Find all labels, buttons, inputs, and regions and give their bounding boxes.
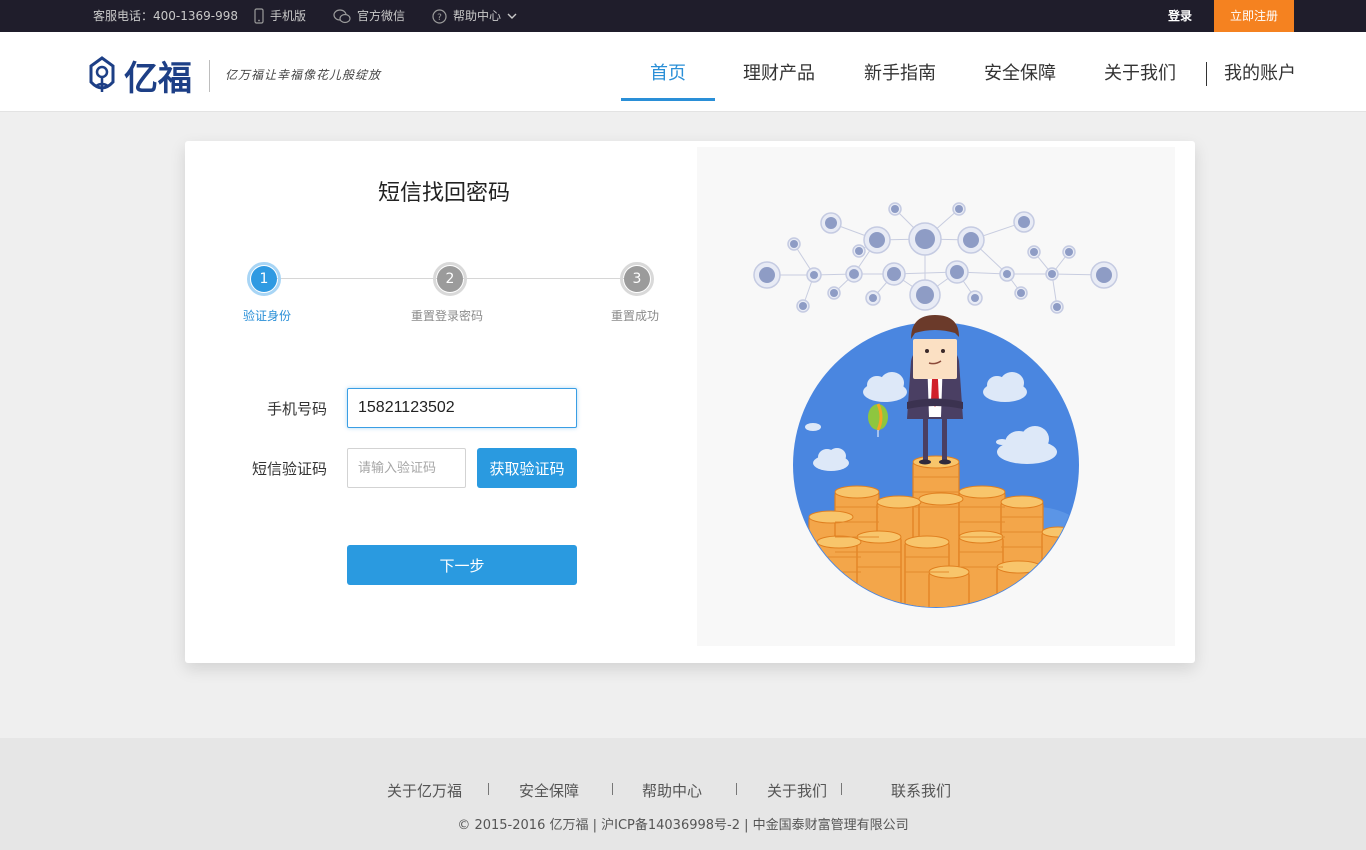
logo-emblem-icon xyxy=(89,56,115,92)
logo-text: 亿福 xyxy=(124,59,192,99)
page-title: 短信找回密码 xyxy=(377,181,510,206)
step-2-label: 重置登录密码 xyxy=(411,309,484,323)
nav-my-account[interactable]: 我的账户 xyxy=(1216,32,1304,112)
help-label: 帮助中心 xyxy=(453,8,502,23)
password-recovery-card: 短信找回密码 1 验证身份 2 重置登录密码 3 重置成功 手机号码 短信验证码… xyxy=(185,141,1195,663)
phone-icon xyxy=(254,8,264,24)
logo[interactable]: 亿福 xyxy=(88,52,193,100)
mobile-link[interactable]: 手机版 xyxy=(254,0,306,32)
chevron-down-icon xyxy=(507,13,517,19)
footer-link-about-yiwanfu[interactable]: 关于亿万福 xyxy=(387,780,462,801)
wechat-label: 官方微信 xyxy=(357,8,406,23)
sms-code-input[interactable] xyxy=(347,448,466,488)
slogan: 亿万福让幸福像花儿般绽放 xyxy=(225,68,382,82)
hotline: 客服电话：400-1369-998 xyxy=(93,0,238,32)
nav-security[interactable]: 安全保障 xyxy=(976,32,1064,112)
svg-text:?: ? xyxy=(437,13,442,23)
footer-link-about-us[interactable]: 关于我们 xyxy=(767,780,827,801)
footer: 关于亿万福 安全保障 帮助中心 关于我们 联系我们 © 2015-2016 亿万… xyxy=(0,738,1366,850)
footer-divider xyxy=(612,783,613,795)
footer-divider xyxy=(488,783,489,795)
footer-link-help[interactable]: 帮助中心 xyxy=(642,780,702,801)
get-code-button[interactable]: 获取验证码 xyxy=(477,448,577,488)
nav-about[interactable]: 关于我们 xyxy=(1096,32,1184,112)
phone-input[interactable] xyxy=(347,388,577,428)
wechat-link[interactable]: 官方微信 xyxy=(333,0,405,32)
logo-divider xyxy=(209,60,210,92)
nav-products[interactable]: 理财产品 xyxy=(735,32,823,112)
sms-code-label: 短信验证码 xyxy=(251,460,327,478)
step-3-label: 重置成功 xyxy=(611,309,660,323)
top-bar: 客服电话：400-1369-998 手机版 官方微信 ? 帮助中心 登录 立即注… xyxy=(0,0,1366,32)
question-circle-icon: ? xyxy=(432,8,447,24)
footer-divider xyxy=(841,783,842,795)
main-header: 亿福 亿万福让幸福像花儿般绽放 首页 理财产品 新手指南 安全保障 关于我们 我… xyxy=(0,32,1366,112)
phone-label: 手机号码 xyxy=(266,400,327,418)
step-1-indicator: 1 xyxy=(247,262,281,296)
register-button[interactable]: 立即注册 xyxy=(1214,0,1294,32)
step-3-indicator: 3 xyxy=(620,262,654,296)
footer-link-contact[interactable]: 联系我们 xyxy=(891,780,951,801)
network-nodes xyxy=(753,202,1118,314)
footer-divider xyxy=(736,783,737,795)
mobile-label: 手机版 xyxy=(270,8,307,23)
login-link[interactable]: 登录 xyxy=(1168,0,1192,32)
step-1-number: 1 xyxy=(251,266,277,292)
illustration xyxy=(697,147,1175,646)
wechat-icon xyxy=(333,8,351,23)
footer-link-security[interactable]: 安全保障 xyxy=(519,780,579,801)
next-step-button[interactable]: 下一步 xyxy=(347,545,577,585)
step-2-indicator: 2 xyxy=(433,262,467,296)
nav-divider xyxy=(1206,62,1207,86)
hotline-text: 客服电话：400-1369-998 xyxy=(93,8,239,23)
step-2-number: 2 xyxy=(437,266,463,292)
step-3-number: 3 xyxy=(624,266,650,292)
copyright: © 2015-2016 亿万福 | 沪ICP备14036998号-2 | 中金国… xyxy=(457,818,909,833)
nav-active-indicator xyxy=(621,98,715,101)
nav-beginner-guide[interactable]: 新手指南 xyxy=(856,32,944,112)
help-dropdown[interactable]: ? 帮助中心 xyxy=(432,0,517,32)
step-1-label: 验证身份 xyxy=(243,309,292,323)
